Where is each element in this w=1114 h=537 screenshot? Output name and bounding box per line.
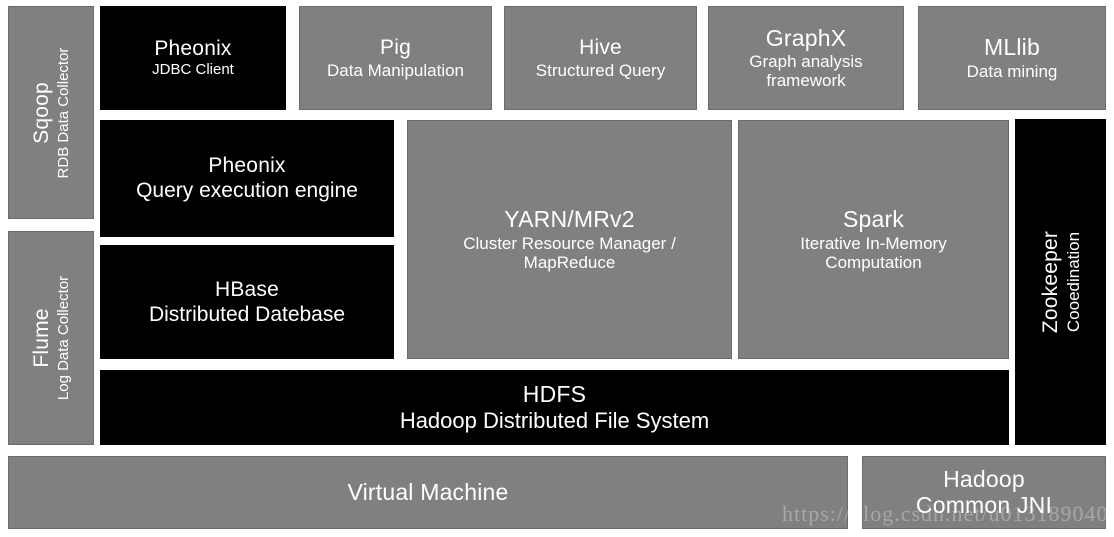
component-pig-desc: Data Manipulation [326, 60, 465, 80]
component-hadoop-common-jni-desc: Common JNI [915, 491, 1053, 518]
component-pheonix-jdbc-desc: JDBC Client [152, 60, 234, 78]
component-hadoop-common-jni: Hadoop Common JNI [862, 456, 1106, 529]
component-spark-desc: Iterative In-Memory Computation [800, 233, 947, 272]
component-hive-title: Hive [579, 36, 622, 60]
component-hbase-title: HBase [214, 277, 280, 301]
component-pheonix-jdbc-title: Pheonix [154, 37, 232, 61]
component-spark: Spark Iterative In-Memory Computation [738, 120, 1009, 359]
side-panel-sqoop: Sqoop RDB Data Collector [8, 6, 94, 219]
component-yarn-mrv2-title: YARN/MRv2 [504, 206, 635, 233]
hadoop-ecosystem-diagram: Sqoop RDB Data Collector Flume Log Data … [0, 0, 1114, 537]
side-panel-flume-desc: Log Data Collector [54, 275, 72, 401]
component-graphx-desc: Graph analysis framework [749, 52, 863, 91]
component-yarn-mrv2-desc: Cluster Resource Manager / MapReduce [463, 233, 676, 272]
component-hive-desc: Structured Query [535, 60, 666, 80]
component-hbase-desc: Distributed Datebase [148, 302, 346, 326]
component-mllib-desc: Data mining [966, 61, 1058, 81]
component-mllib: MLlib Data mining [918, 6, 1106, 110]
component-hdfs-title: HDFS [522, 380, 587, 407]
component-pheonix-query-engine-desc: Query execution engine [136, 179, 358, 202]
component-mllib-title: MLlib [984, 34, 1040, 61]
side-panel-flume: Flume Log Data Collector [8, 231, 94, 445]
component-hadoop-common-jni-title: Hadoop [943, 465, 1025, 492]
component-virtual-machine: Virtual Machine [8, 456, 848, 529]
side-panel-sqoop-desc: RDB Data Collector [54, 47, 72, 178]
side-panel-zookeeper-title: Zookeeper [1038, 230, 1062, 334]
component-pig: Pig Data Manipulation [299, 6, 492, 110]
component-pheonix-jdbc: Pheonix JDBC Client [100, 6, 286, 110]
component-hdfs: HDFS Hadoop Distributed File System [100, 370, 1009, 445]
component-pheonix-query-engine-title: Pheonix [208, 154, 286, 178]
component-pig-title: Pig [380, 36, 411, 60]
side-panel-zookeeper-desc: Cooedination [1063, 231, 1083, 333]
component-virtual-machine-title: Virtual Machine [347, 478, 509, 505]
component-hdfs-desc: Hadoop Distributed File System [399, 407, 710, 433]
side-panel-zookeeper: Zookeeper Cooedination [1015, 119, 1106, 445]
component-graphx-title: GraphX [765, 24, 847, 51]
component-graphx: GraphX Graph analysis framework [708, 6, 904, 110]
component-yarn-mrv2: YARN/MRv2 Cluster Resource Manager / Map… [407, 120, 732, 359]
component-pheonix-query-engine: Pheonix Query execution engine [100, 120, 394, 237]
side-panel-sqoop-title: Sqoop [29, 81, 53, 144]
side-panel-flume-title: Flume [29, 308, 53, 368]
component-hbase: HBase Distributed Datebase [100, 245, 394, 359]
component-spark-title: Spark [842, 206, 905, 233]
component-hive: Hive Structured Query [504, 6, 697, 110]
